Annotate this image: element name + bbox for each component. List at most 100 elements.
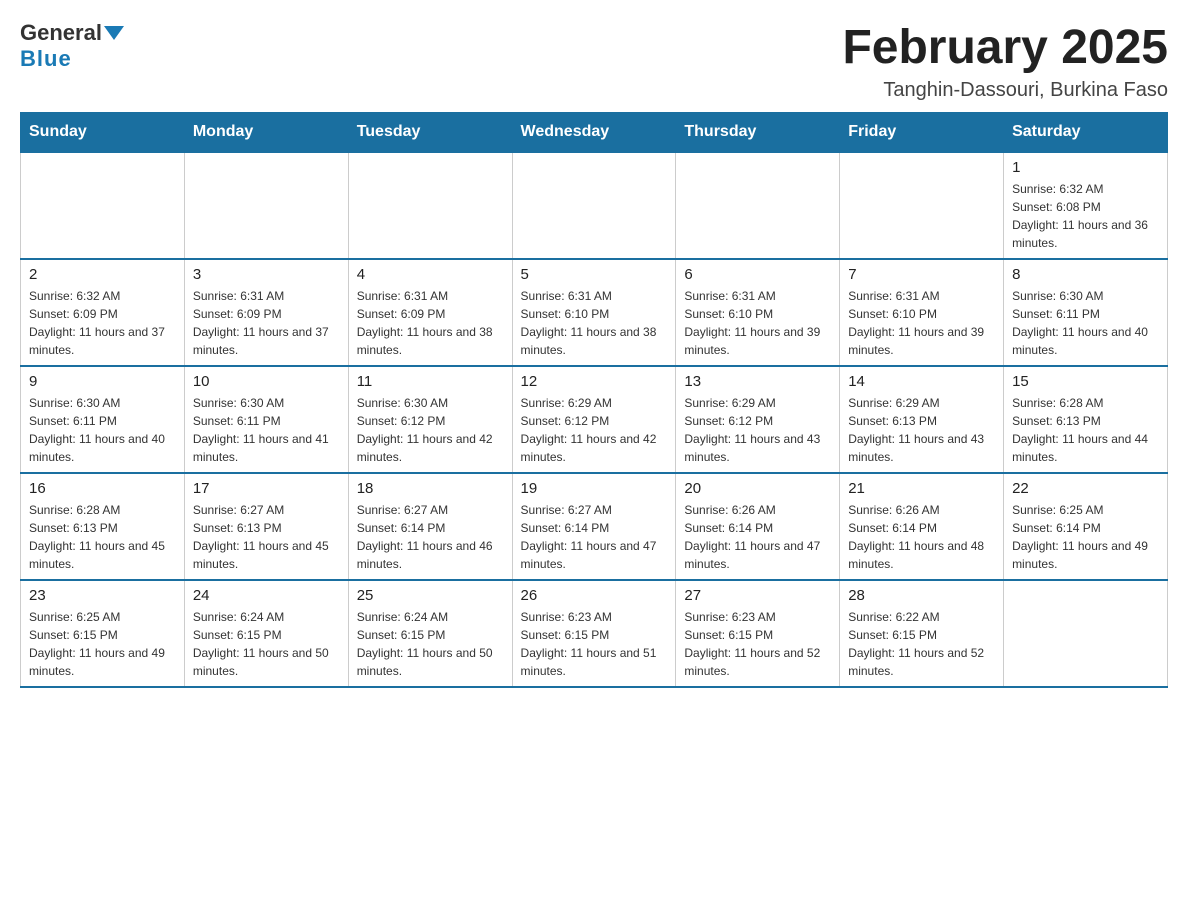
day-info: Sunrise: 6:28 AMSunset: 6:13 PMDaylight:… (1012, 394, 1159, 466)
calendar-cell (676, 152, 840, 259)
day-info: Sunrise: 6:31 AMSunset: 6:10 PMDaylight:… (521, 287, 668, 359)
calendar-cell: 2 Sunrise: 6:32 AMSunset: 6:09 PMDaylight… (21, 259, 185, 366)
calendar-cell: 22 Sunrise: 6:25 AMSunset: 6:14 PMDayligh… (1004, 473, 1168, 580)
day-info: Sunrise: 6:29 AMSunset: 6:13 PMDaylight:… (848, 394, 995, 466)
calendar-cell: 5 Sunrise: 6:31 AMSunset: 6:10 PMDaylight… (512, 259, 676, 366)
calendar-cell: 12 Sunrise: 6:29 AMSunset: 6:12 PMDayligh… (512, 366, 676, 473)
calendar-cell: 3 Sunrise: 6:31 AMSunset: 6:09 PMDaylight… (184, 259, 348, 366)
calendar-week-1: 1 Sunrise: 6:32 AMSunset: 6:08 PMDaylight… (21, 152, 1168, 259)
day-info: Sunrise: 6:23 AMSunset: 6:15 PMDaylight:… (521, 608, 668, 680)
day-number: 14 (848, 373, 995, 390)
calendar-cell: 18 Sunrise: 6:27 AMSunset: 6:14 PMDayligh… (348, 473, 512, 580)
day-number: 6 (684, 266, 831, 283)
calendar-cell: 19 Sunrise: 6:27 AMSunset: 6:14 PMDayligh… (512, 473, 676, 580)
calendar-cell (840, 152, 1004, 259)
calendar-cell: 4Sunrise: 6:31 AMSunset: 6:09 PMDaylight… (348, 259, 512, 366)
day-info: Sunrise: 6:30 AMSunset: 6:12 PMDaylight:… (357, 394, 504, 466)
calendar-cell: 20Sunrise: 6:26 AMSunset: 6:14 PMDayligh… (676, 473, 840, 580)
day-info: Sunrise: 6:23 AMSunset: 6:15 PMDaylight:… (684, 608, 831, 680)
calendar-header-monday: Monday (184, 113, 348, 153)
calendar-cell: 28 Sunrise: 6:22 AMSunset: 6:15 PMDayligh… (840, 580, 1004, 687)
day-info: Sunrise: 6:24 AMSunset: 6:15 PMDaylight:… (193, 608, 340, 680)
calendar-cell: 7Sunrise: 6:31 AMSunset: 6:10 PMDaylight… (840, 259, 1004, 366)
calendar-cell (512, 152, 676, 259)
day-info: Sunrise: 6:29 AMSunset: 6:12 PMDaylight:… (521, 394, 668, 466)
day-number: 19 (521, 480, 668, 497)
calendar-cell: 11 Sunrise: 6:30 AMSunset: 6:12 PMDayligh… (348, 366, 512, 473)
day-number: 1 (1012, 159, 1159, 176)
day-number: 5 (521, 266, 668, 283)
calendar-cell: 14 Sunrise: 6:29 AMSunset: 6:13 PMDayligh… (840, 366, 1004, 473)
logo-arrow-icon (104, 26, 124, 40)
calendar-cell: 15 Sunrise: 6:28 AMSunset: 6:13 PMDayligh… (1004, 366, 1168, 473)
day-info: Sunrise: 6:25 AMSunset: 6:14 PMDaylight:… (1012, 501, 1159, 573)
day-number: 3 (193, 266, 340, 283)
day-number: 28 (848, 587, 995, 604)
calendar-cell: 9 Sunrise: 6:30 AMSunset: 6:11 PMDaylight… (21, 366, 185, 473)
day-number: 9 (29, 373, 176, 390)
calendar-cell: 25 Sunrise: 6:24 AMSunset: 6:15 PMDayligh… (348, 580, 512, 687)
day-number: 21 (848, 480, 995, 497)
day-number: 12 (521, 373, 668, 390)
day-info: Sunrise: 6:31 AMSunset: 6:09 PMDaylight:… (357, 287, 504, 359)
calendar-header-row: SundayMondayTuesdayWednesdayThursdayFrid… (21, 113, 1168, 153)
calendar-header-thursday: Thursday (676, 113, 840, 153)
calendar-cell: 24 Sunrise: 6:24 AMSunset: 6:15 PMDayligh… (184, 580, 348, 687)
calendar-cell: 27 Sunrise: 6:23 AMSunset: 6:15 PMDayligh… (676, 580, 840, 687)
day-info: Sunrise: 6:26 AMSunset: 6:14 PMDaylight:… (848, 501, 995, 573)
day-number: 15 (1012, 373, 1159, 390)
calendar-cell: 26Sunrise: 6:23 AMSunset: 6:15 PMDayligh… (512, 580, 676, 687)
calendar-cell: 13 Sunrise: 6:29 AMSunset: 6:12 PMDayligh… (676, 366, 840, 473)
month-title: February 2025 (842, 20, 1168, 75)
day-number: 10 (193, 373, 340, 390)
calendar-cell: 1 Sunrise: 6:32 AMSunset: 6:08 PMDaylight… (1004, 152, 1168, 259)
day-info: Sunrise: 6:31 AMSunset: 6:09 PMDaylight:… (193, 287, 340, 359)
calendar-week-3: 9 Sunrise: 6:30 AMSunset: 6:11 PMDaylight… (21, 366, 1168, 473)
calendar-cell: 23 Sunrise: 6:25 AMSunset: 6:15 PMDayligh… (21, 580, 185, 687)
day-info: Sunrise: 6:32 AMSunset: 6:09 PMDaylight:… (29, 287, 176, 359)
location-text: Tanghin-Dassouri, Burkina Faso (842, 79, 1168, 102)
day-info: Sunrise: 6:27 AMSunset: 6:14 PMDaylight:… (357, 501, 504, 573)
logo: General Blue (20, 20, 126, 72)
day-number: 2 (29, 266, 176, 283)
calendar-header-tuesday: Tuesday (348, 113, 512, 153)
title-area: February 2025 Tanghin-Dassouri, Burkina … (842, 20, 1168, 102)
page-header: General Blue February 2025 Tanghin-Dasso… (20, 20, 1168, 102)
calendar-header-wednesday: Wednesday (512, 113, 676, 153)
calendar-cell: 8Sunrise: 6:30 AMSunset: 6:11 PMDaylight… (1004, 259, 1168, 366)
calendar-cell: 10Sunrise: 6:30 AMSunset: 6:11 PMDayligh… (184, 366, 348, 473)
day-info: Sunrise: 6:26 AMSunset: 6:14 PMDaylight:… (684, 501, 831, 573)
day-number: 27 (684, 587, 831, 604)
calendar-week-2: 2 Sunrise: 6:32 AMSunset: 6:09 PMDaylight… (21, 259, 1168, 366)
calendar-cell (1004, 580, 1168, 687)
day-info: Sunrise: 6:27 AMSunset: 6:14 PMDaylight:… (521, 501, 668, 573)
day-info: Sunrise: 6:28 AMSunset: 6:13 PMDaylight:… (29, 501, 176, 573)
day-number: 16 (29, 480, 176, 497)
day-number: 18 (357, 480, 504, 497)
day-info: Sunrise: 6:30 AMSunset: 6:11 PMDaylight:… (29, 394, 176, 466)
day-number: 11 (357, 373, 504, 390)
day-info: Sunrise: 6:31 AMSunset: 6:10 PMDaylight:… (684, 287, 831, 359)
day-number: 25 (357, 587, 504, 604)
calendar-cell: 21 Sunrise: 6:26 AMSunset: 6:14 PMDayligh… (840, 473, 1004, 580)
day-number: 24 (193, 587, 340, 604)
day-number: 13 (684, 373, 831, 390)
calendar-cell (21, 152, 185, 259)
day-number: 22 (1012, 480, 1159, 497)
day-info: Sunrise: 6:31 AMSunset: 6:10 PMDaylight:… (848, 287, 995, 359)
day-info: Sunrise: 6:27 AMSunset: 6:13 PMDaylight:… (193, 501, 340, 573)
day-number: 8 (1012, 266, 1159, 283)
calendar-header-friday: Friday (840, 113, 1004, 153)
calendar-cell: 16 Sunrise: 6:28 AMSunset: 6:13 PMDayligh… (21, 473, 185, 580)
day-info: Sunrise: 6:25 AMSunset: 6:15 PMDaylight:… (29, 608, 176, 680)
day-info: Sunrise: 6:24 AMSunset: 6:15 PMDaylight:… (357, 608, 504, 680)
calendar-week-5: 23 Sunrise: 6:25 AMSunset: 6:15 PMDayligh… (21, 580, 1168, 687)
calendar-cell: 17Sunrise: 6:27 AMSunset: 6:13 PMDayligh… (184, 473, 348, 580)
day-info: Sunrise: 6:29 AMSunset: 6:12 PMDaylight:… (684, 394, 831, 466)
calendar-week-4: 16 Sunrise: 6:28 AMSunset: 6:13 PMDayligh… (21, 473, 1168, 580)
day-info: Sunrise: 6:22 AMSunset: 6:15 PMDaylight:… (848, 608, 995, 680)
logo-general-text: General (20, 20, 102, 46)
day-number: 23 (29, 587, 176, 604)
day-info: Sunrise: 6:32 AMSunset: 6:08 PMDaylight:… (1012, 180, 1159, 252)
calendar-cell (348, 152, 512, 259)
